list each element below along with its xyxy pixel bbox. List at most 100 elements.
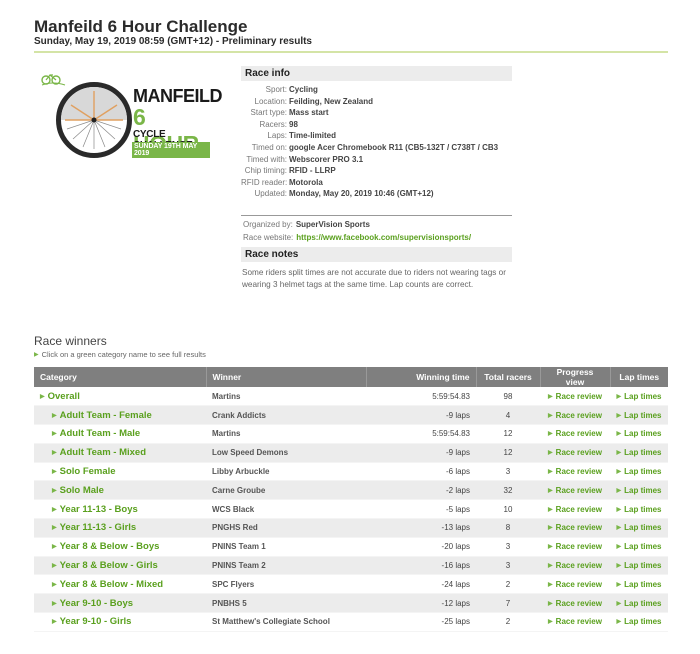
category-link[interactable]: ▶ Year 11-13 - Boys bbox=[52, 504, 138, 515]
lap-times-link[interactable]: ▶ Lap times bbox=[617, 486, 662, 495]
race-review-link[interactable]: ▶ Race review bbox=[548, 580, 602, 589]
category-cell: ▶ Year 9-10 - Girls bbox=[34, 612, 206, 632]
race-review-label: Race review bbox=[555, 391, 602, 401]
lap-times-label: Lap times bbox=[624, 523, 662, 533]
bike-manawatu-logo-icon bbox=[41, 74, 66, 86]
winner-cell: PNBHS 5 bbox=[206, 593, 366, 614]
category-link[interactable]: ▶ Adult Team - Male bbox=[52, 428, 140, 439]
info-label: Racers: bbox=[259, 119, 287, 129]
triangle-right-icon: ▶ bbox=[548, 412, 553, 419]
info-row-chip-timing: Chip timing: RFID - LLRP bbox=[241, 165, 512, 177]
race-review-link[interactable]: ▶ Race review bbox=[548, 429, 602, 438]
race-winners-body: ▶ Overall Martins 5:59:54.83 98 ▶ Race review ▶… bbox=[34, 387, 668, 632]
lap-times-link[interactable]: ▶ Lap times bbox=[617, 617, 662, 626]
lap-times-label: Lap times bbox=[624, 429, 662, 439]
race-review-link[interactable]: ▶ Race review bbox=[548, 542, 602, 551]
winner-name: St Matthew's Collegiate School bbox=[212, 617, 330, 627]
info-value: Webscorer PRO 3.1 bbox=[289, 154, 364, 164]
category-link[interactable]: ▶ Year 9-10 - Girls bbox=[52, 616, 131, 627]
category-link[interactable]: ▶ Solo Male bbox=[52, 485, 104, 496]
triangle-right-icon: ▶ bbox=[616, 525, 622, 532]
category-cell: ▶ Adult Team - Male bbox=[34, 424, 206, 444]
info-value: Monday, May 20, 2019 10:46 (GMT+12) bbox=[289, 189, 434, 199]
total-racers-cell: 12 bbox=[476, 443, 540, 463]
category-link[interactable]: ▶ Year 11-13 - Girls bbox=[52, 522, 136, 533]
lap-times-cell: ▶ Lap times bbox=[610, 556, 668, 576]
lap-times-link[interactable]: ▶ Lap times bbox=[617, 448, 662, 457]
triangle-right-icon: ▶ bbox=[616, 412, 622, 419]
race-review-link[interactable]: ▶ Race review bbox=[548, 599, 602, 608]
category-link[interactable]: ▶ Year 8 & Below - Mixed bbox=[52, 579, 163, 590]
winner-name: Low Speed Demons bbox=[212, 448, 289, 458]
lap-times-link[interactable]: ▶ Lap times bbox=[617, 599, 662, 608]
race-review-label: Race review bbox=[555, 523, 602, 533]
info-label: Timed on: bbox=[251, 142, 287, 152]
triangle-right-icon: ▶ bbox=[52, 450, 57, 457]
category-cell: ▶ Year 8 & Below - Boys bbox=[34, 537, 206, 557]
race-winners-table: Category Winner Winning time Total racer… bbox=[34, 367, 668, 632]
race-review-link[interactable]: ▶ Race review bbox=[548, 392, 602, 401]
total-racers-cell: 8 bbox=[476, 518, 540, 538]
triangle-right-icon: ▶ bbox=[52, 581, 57, 588]
lap-times-link[interactable]: ▶ Lap times bbox=[617, 392, 662, 401]
triangle-right-icon: ▶ bbox=[616, 563, 622, 570]
triangle-right-icon: ▶ bbox=[548, 544, 553, 551]
lap-times-link[interactable]: ▶ Lap times bbox=[617, 429, 662, 438]
triangle-right-icon: ▶ bbox=[52, 563, 57, 570]
lap-times-label: Lap times bbox=[624, 391, 662, 401]
winner-name: Crank Addicts bbox=[212, 410, 266, 420]
category-name: Solo Male bbox=[59, 484, 104, 496]
race-review-link[interactable]: ▶ Race review bbox=[548, 505, 602, 514]
winner-cell: Martins bbox=[206, 424, 366, 444]
triangle-right-icon: ▶ bbox=[52, 487, 57, 494]
race-review-link[interactable]: ▶ Race review bbox=[548, 617, 602, 626]
category-link[interactable]: ▶ Adult Team - Mixed bbox=[52, 447, 146, 458]
progress-view-cell: ▶ Race review bbox=[540, 387, 610, 407]
table-row: ▶ Year 8 & Below - Boys PNINS Team 1 -20 la… bbox=[34, 537, 668, 557]
race-winners-hint: ▶ Click on a green category name to see f… bbox=[34, 350, 206, 359]
info-row-sport: Sport: Cycling bbox=[241, 84, 512, 96]
lap-times-link[interactable]: ▶ Lap times bbox=[617, 580, 662, 589]
lap-times-link[interactable]: ▶ Lap times bbox=[617, 523, 662, 532]
race-review-link[interactable]: ▶ Race review bbox=[548, 448, 602, 457]
lap-times-link[interactable]: ▶ Lap times bbox=[617, 542, 662, 551]
race-review-label: Race review bbox=[555, 448, 602, 458]
total-racers-cell: 3 bbox=[476, 556, 540, 576]
category-link[interactable]: ▶ Overall bbox=[40, 391, 80, 402]
lap-times-link[interactable]: ▶ Lap times bbox=[617, 411, 662, 420]
race-review-label: Race review bbox=[555, 617, 602, 627]
race-review-link[interactable]: ▶ Race review bbox=[548, 486, 602, 495]
category-link[interactable]: ▶ Year 8 & Below - Boys bbox=[52, 541, 159, 552]
race-winners-title: Race winners bbox=[34, 334, 107, 348]
race-review-link[interactable]: ▶ Race review bbox=[548, 561, 602, 570]
lap-times-cell: ▶ Lap times bbox=[610, 593, 668, 614]
triangle-right-icon: ▶ bbox=[548, 525, 553, 532]
lap-times-link[interactable]: ▶ Lap times bbox=[617, 561, 662, 570]
total-racers-cell: 98 bbox=[476, 387, 540, 407]
race-review-link[interactable]: ▶ Race review bbox=[548, 523, 602, 532]
category-link[interactable]: ▶ Year 8 & Below - Girls bbox=[52, 560, 158, 571]
lap-times-link[interactable]: ▶ Lap times bbox=[617, 505, 662, 514]
total-racers-cell: 4 bbox=[476, 405, 540, 426]
info-value: google Acer Chromebook R11 (CB5-132T / C… bbox=[289, 142, 499, 152]
race-review-link[interactable]: ▶ Race review bbox=[548, 411, 602, 420]
category-cell: ▶ Year 8 & Below - Girls bbox=[34, 556, 206, 576]
lap-times-link[interactable]: ▶ Lap times bbox=[617, 467, 662, 476]
winning-time-cell: -9 laps bbox=[366, 443, 476, 463]
category-link[interactable]: ▶ Adult Team - Female bbox=[52, 410, 152, 421]
category-name: Adult Team - Female bbox=[59, 409, 152, 421]
category-cell: ▶ Overall bbox=[34, 387, 206, 407]
winner-name: PNGHS Red bbox=[212, 523, 258, 533]
winner-name: Libby Arbuckle bbox=[212, 467, 270, 477]
race-review-link[interactable]: ▶ Race review bbox=[548, 467, 602, 476]
info-row-rfid-reader: RFID reader: Motorola bbox=[241, 177, 512, 189]
info-label: Updated: bbox=[254, 189, 287, 199]
race-website-link[interactable]: https://www.facebook.com/supervisionspor… bbox=[296, 233, 471, 242]
triangle-right-icon: ▶ bbox=[616, 469, 622, 476]
category-name: Overall bbox=[47, 390, 80, 402]
lap-times-label: Lap times bbox=[624, 561, 662, 571]
category-cell: ▶ Year 9-10 - Boys bbox=[34, 593, 206, 614]
total-racers-cell: 32 bbox=[476, 480, 540, 501]
category-link[interactable]: ▶ Year 9-10 - Boys bbox=[52, 598, 133, 609]
category-link[interactable]: ▶ Solo Female bbox=[52, 466, 116, 477]
